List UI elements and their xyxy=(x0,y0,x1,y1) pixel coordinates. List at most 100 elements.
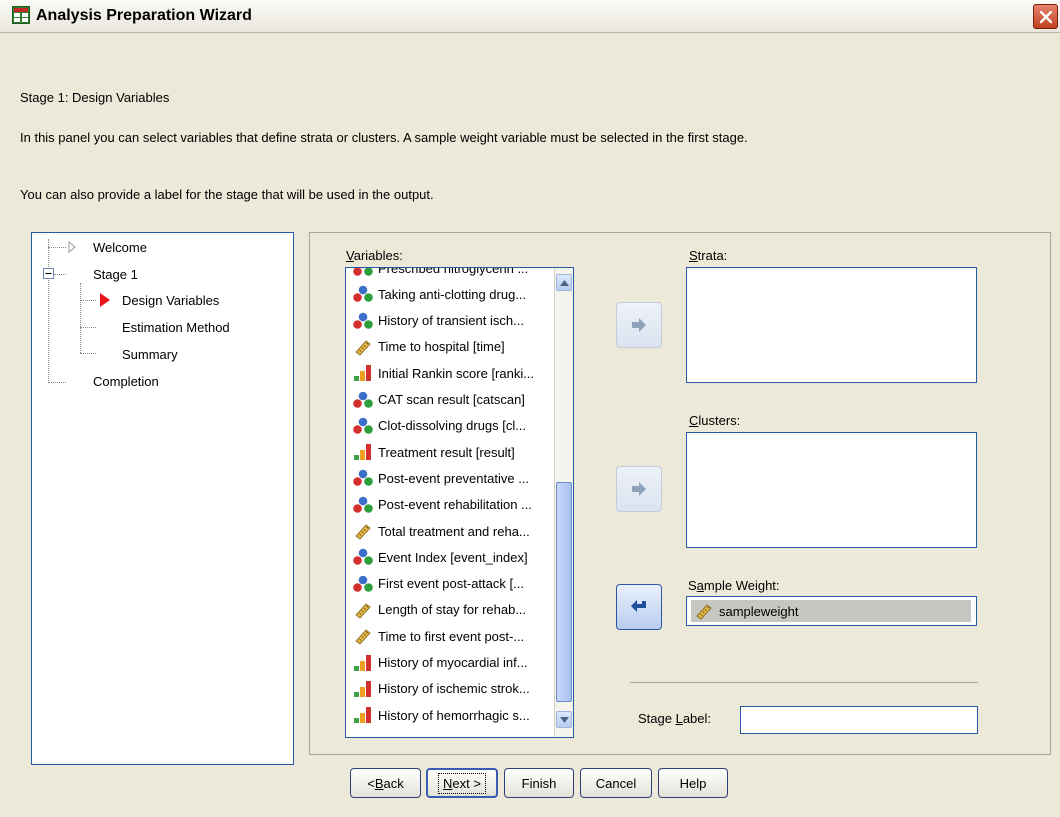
nav-item-summary[interactable]: Summary xyxy=(122,347,178,362)
scroll-down-button[interactable] xyxy=(556,711,572,728)
tree-line xyxy=(54,274,66,275)
nominal-measure-icon xyxy=(352,548,378,566)
variable-item-label: History of ischemic strok... xyxy=(378,681,530,697)
ordinal-measure-icon xyxy=(352,443,378,461)
sample-weight-value: sampleweight xyxy=(719,603,799,619)
nominal-measure-icon xyxy=(352,575,378,593)
variable-item[interactable]: First event post-attack [... xyxy=(352,572,524,596)
nominal-measure-icon xyxy=(352,417,378,435)
variable-item-label: History of myocardial inf... xyxy=(378,655,528,670)
nav-item-estimation-method[interactable]: Estimation Method xyxy=(122,320,230,335)
stage-label-input[interactable] xyxy=(740,706,978,734)
scale-measure-icon xyxy=(352,601,378,619)
variable-item-label: History of transient isch... xyxy=(378,313,524,329)
variable-item[interactable]: Prescribed nitroglycerin ... xyxy=(352,267,529,280)
scroll-thumb[interactable] xyxy=(556,482,572,702)
clusters-list[interactable] xyxy=(686,432,977,548)
variable-item-label: Time to first event post-... xyxy=(378,628,525,644)
variable-item[interactable]: History of hemorrhagic s... xyxy=(352,703,530,727)
variable-item[interactable]: Treatment result [result] xyxy=(352,440,515,464)
nav-item-completion[interactable]: Completion xyxy=(93,374,159,389)
variable-item[interactable]: Time to hospital [time] xyxy=(352,335,505,359)
cancel-button[interactable]: Cancel xyxy=(580,768,652,798)
arrow-right-icon xyxy=(632,318,646,332)
variable-item-label: Event Index [event_index] xyxy=(378,549,528,565)
separator xyxy=(630,682,978,683)
variables-label: Variables: xyxy=(346,248,403,263)
variable-item[interactable]: Time to first event post-... xyxy=(352,624,524,648)
arrow-right-icon xyxy=(632,482,646,496)
scale-measure-icon xyxy=(352,338,378,356)
scroll-down-icon xyxy=(559,716,569,723)
variable-item-label: Post-event preventative ... xyxy=(378,470,530,486)
variable-item[interactable]: CAT scan result [catscan] xyxy=(352,388,525,412)
nominal-measure-icon xyxy=(352,469,378,487)
nominal-measure-icon xyxy=(352,391,378,409)
tree-line xyxy=(80,327,96,328)
tree-line xyxy=(80,283,81,353)
variable-item[interactable]: Initial Rankin score [ranki... xyxy=(352,361,534,385)
current-step-arrow-icon xyxy=(100,293,110,307)
remove-sample-weight-button[interactable] xyxy=(616,584,662,630)
close-button[interactable] xyxy=(1033,4,1058,29)
finish-button[interactable]: Finish xyxy=(504,768,574,798)
strata-list[interactable] xyxy=(686,267,977,383)
scroll-up-icon xyxy=(559,279,569,286)
variable-item[interactable]: Total treatment and reha... xyxy=(352,519,530,543)
variable-item[interactable]: History of ischemic strok... xyxy=(352,677,530,701)
scale-measure-icon xyxy=(352,627,378,645)
strata-label: Strata: xyxy=(689,248,728,263)
sample-weight-field[interactable]: sampleweight xyxy=(686,596,977,626)
sample-weight-item[interactable]: sampleweight xyxy=(691,600,971,622)
ordinal-measure-icon xyxy=(352,654,378,672)
nominal-measure-icon xyxy=(352,285,378,303)
variable-item[interactable]: History of transient isch... xyxy=(352,309,524,333)
nav-item-design-variables[interactable]: Design Variables xyxy=(122,293,219,308)
scroll-up-button[interactable] xyxy=(556,274,572,291)
variable-item-label: First event post-attack [... xyxy=(378,576,524,592)
variable-item-label: Initial Rankin score [ranki... xyxy=(378,365,535,381)
variable-item-label: Prescribed nitroglycerin ... xyxy=(378,267,529,276)
nominal-measure-icon xyxy=(352,312,378,330)
expand-arrow-icon xyxy=(68,241,76,253)
nominal-measure-icon xyxy=(352,496,378,514)
variable-item[interactable]: Post-event rehabilitation ... xyxy=(352,493,532,517)
variable-item-label: Treatment result [result] xyxy=(378,444,515,460)
nav-item-welcome[interactable]: Welcome xyxy=(93,240,147,255)
variable-item[interactable]: Post-event preventative ... xyxy=(352,466,529,490)
variable-item-label: Length of stay for rehab... xyxy=(378,602,527,618)
spreadsheet-grid-icon xyxy=(12,6,30,24)
variable-item-label: History of hemorrhagic s... xyxy=(378,707,530,723)
variable-item[interactable]: Clot-dissolving drugs [cl... xyxy=(352,414,526,438)
move-to-strata-button[interactable] xyxy=(616,302,662,348)
clusters-label: Clusters: xyxy=(689,413,741,428)
ordinal-measure-icon xyxy=(352,706,378,724)
next-button[interactable]: Next > xyxy=(426,768,498,798)
variable-item-label: Taking anti-clotting drug... xyxy=(378,286,527,302)
window-title: Analysis Preparation Wizard xyxy=(36,7,252,24)
tree-line xyxy=(48,239,49,383)
title-bar: Analysis Preparation Wizard xyxy=(0,0,1060,33)
variable-item[interactable]: Length of stay for rehab... xyxy=(352,598,526,622)
scale-measure-icon xyxy=(352,522,378,540)
tree-line xyxy=(48,247,66,248)
variable-item[interactable]: Taking anti-clotting drug... xyxy=(352,282,526,306)
variables-list[interactable]: Prescribed nitroglycerin ... Taking anti-… xyxy=(345,267,574,738)
nav-item-stage-1[interactable]: Stage 1 xyxy=(93,267,138,282)
variable-item-label: Post-event rehabilitation ... xyxy=(378,497,532,513)
variables-scrollbar[interactable] xyxy=(554,268,573,737)
close-x-icon xyxy=(1039,10,1052,23)
variable-item-label: Total treatment and reha... xyxy=(378,523,530,539)
sample-weight-label: Sample Weight: xyxy=(688,578,780,593)
ordinal-measure-icon xyxy=(352,364,378,382)
variable-item[interactable]: Event Index [event_index] xyxy=(352,545,528,569)
nominal-measure-icon xyxy=(352,268,378,277)
move-to-clusters-button[interactable] xyxy=(616,466,662,512)
scale-measure-icon xyxy=(696,604,712,620)
collapse-minus-icon[interactable] xyxy=(43,268,54,279)
help-button[interactable]: Help xyxy=(658,768,728,798)
variable-item[interactable]: History of myocardial inf... xyxy=(352,651,528,675)
stage-heading: Stage 1: Design Variables xyxy=(20,90,170,105)
back-button[interactable]: < Back xyxy=(350,768,421,798)
stage-label-label: Stage Label: xyxy=(638,711,712,726)
